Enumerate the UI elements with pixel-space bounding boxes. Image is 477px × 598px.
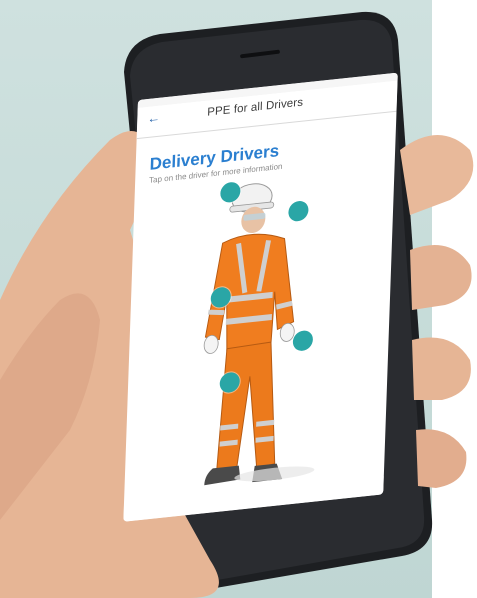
back-arrow-icon[interactable]: ← [147,110,161,126]
phone-screen: ← PPE for all Drivers Delivery Drivers T… [123,72,398,522]
boot-left [204,465,241,486]
hi-vis-trousers [216,341,276,471]
photo-scene: ← PPE for all Drivers Delivery Drivers T… [0,0,477,598]
nav-title: PPE for all Drivers [207,96,304,119]
